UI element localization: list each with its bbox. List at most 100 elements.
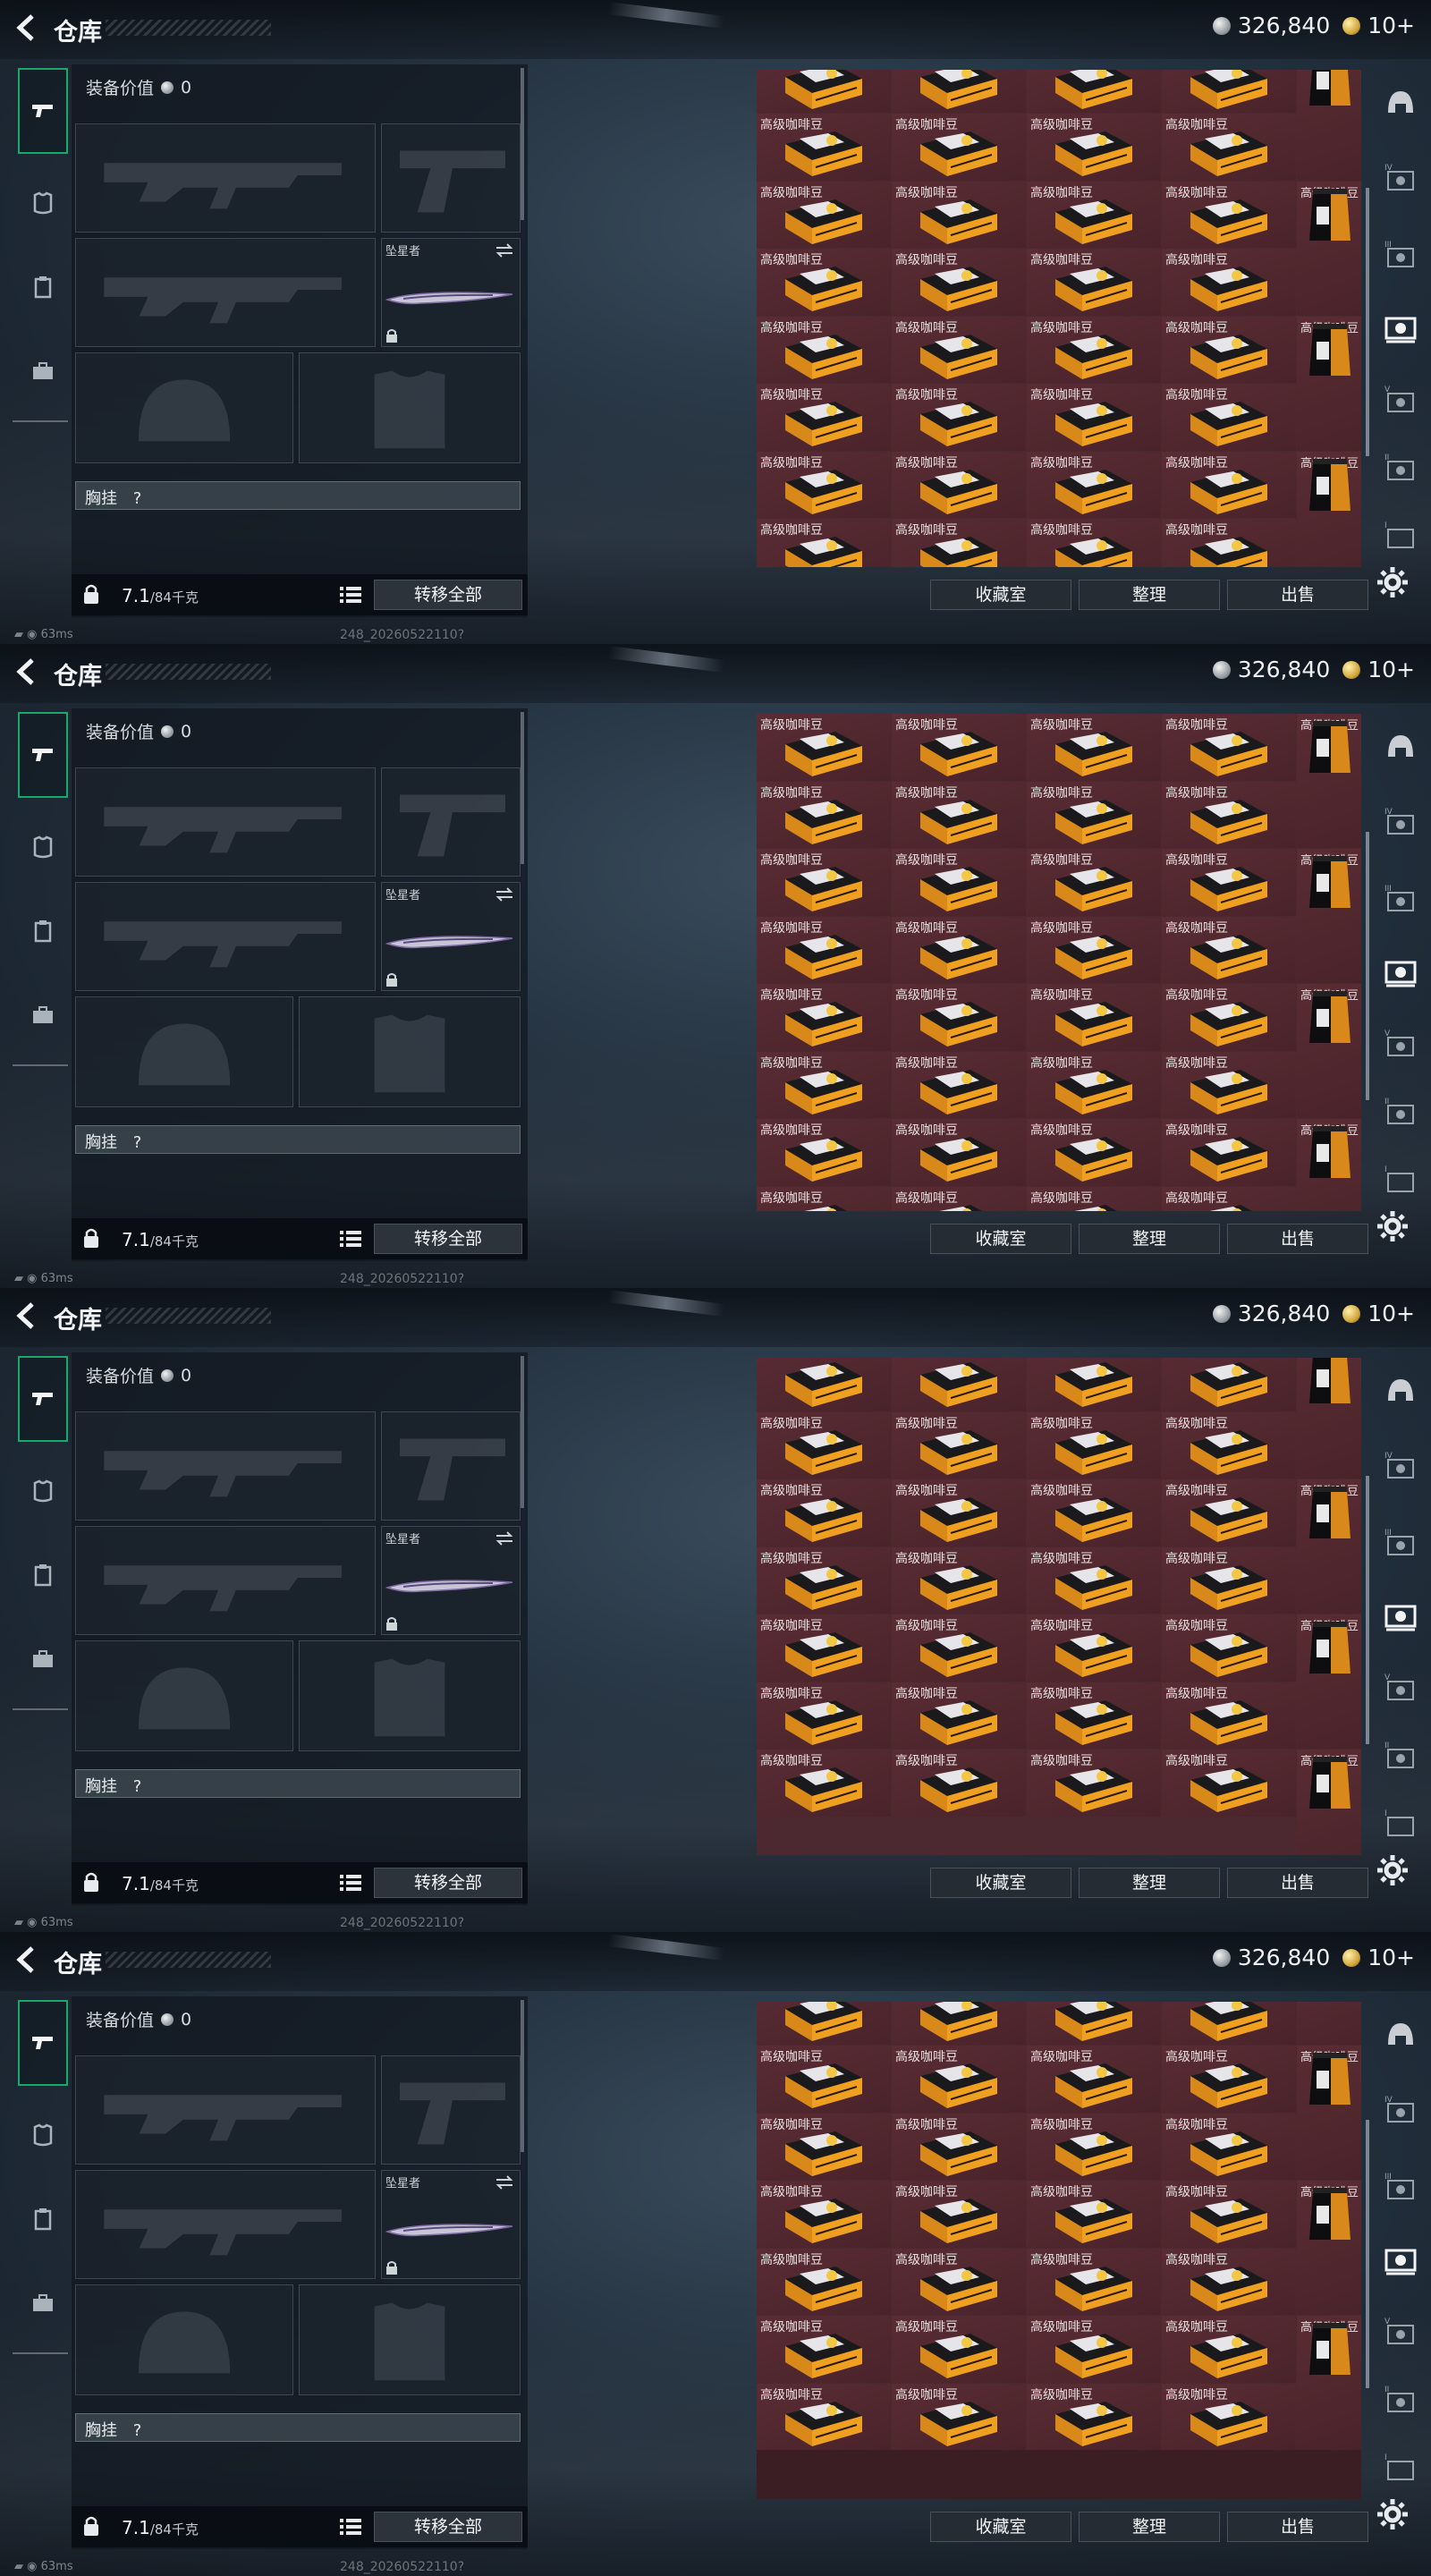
storage-item-coffee-box[interactable]: 高级咖啡豆 bbox=[757, 2248, 891, 2316]
collection-button[interactable]: 收藏室 bbox=[930, 2512, 1071, 2542]
settings-gear-icon[interactable] bbox=[1376, 1209, 1410, 1243]
melee-slot[interactable]: 坠星者 bbox=[381, 2170, 521, 2279]
collection-button[interactable]: 收藏室 bbox=[930, 580, 1071, 610]
storage-item-coffee-box[interactable]: 高级咖啡豆 bbox=[1162, 2113, 1296, 2181]
storage-item-coffee-box[interactable]: 高级咖啡豆 bbox=[892, 249, 1026, 316]
list-icon[interactable] bbox=[340, 1873, 361, 1893]
right-sidebar-level-i[interactable]: I bbox=[1383, 517, 1418, 553]
storage-item-coffee-box[interactable]: 高级咖啡豆 bbox=[1027, 714, 1161, 781]
storage-item-coffee-box[interactable]: 高级咖啡豆 bbox=[1027, 2316, 1161, 2383]
storage-item-coffee-box[interactable]: 高级咖啡豆 bbox=[1027, 1750, 1161, 1817]
gold-amount[interactable]: 10+ bbox=[1367, 13, 1415, 38]
armor-slot[interactable] bbox=[299, 1640, 521, 1751]
right-sidebar-level-i[interactable]: I bbox=[1383, 1805, 1418, 1841]
storage-item-coffee-box[interactable]: 高级咖啡豆 bbox=[1162, 249, 1296, 316]
storage-item-coffee-box[interactable]: 高级咖啡豆 bbox=[892, 519, 1026, 567]
transfer-all-button[interactable]: 转移全部 bbox=[374, 2512, 522, 2542]
storage-item-coffee-bag[interactable]: 高级咖啡豆 bbox=[1297, 849, 1361, 983]
storage-item-coffee-box[interactable]: 高级咖啡豆 bbox=[1162, 849, 1296, 916]
storage-item-coffee-box[interactable]: 高级咖啡豆 bbox=[1162, 1186, 1296, 1211]
storage-item-coffee-box[interactable] bbox=[892, 1358, 1026, 1411]
storage-item-coffee-box[interactable]: 高级咖啡豆 bbox=[1027, 1411, 1161, 1479]
storage-item-coffee-box[interactable]: 高级咖啡豆 bbox=[1162, 1479, 1296, 1546]
settings-gear-icon[interactable] bbox=[1376, 2497, 1410, 2531]
storage-item-coffee-box[interactable]: 高级咖啡豆 bbox=[892, 1546, 1026, 1614]
storage-item-coffee-box[interactable]: 高级咖啡豆 bbox=[757, 2181, 891, 2248]
right-sidebar-helmet[interactable] bbox=[1383, 728, 1418, 764]
storage-item-coffee-box[interactable]: 高级咖啡豆 bbox=[1027, 114, 1161, 181]
storage-item-coffee-box[interactable]: 高级咖啡豆 bbox=[1027, 1479, 1161, 1546]
right-sidebar-level-v[interactable]: V bbox=[1383, 381, 1418, 417]
settings-gear-icon[interactable] bbox=[1376, 565, 1410, 599]
storage-item-coffee-box[interactable]: 高级咖啡豆 bbox=[757, 1051, 891, 1118]
right-sidebar-camera[interactable] bbox=[1383, 309, 1418, 345]
primary-weapon-slot[interactable] bbox=[75, 123, 376, 233]
sidebar-item-backpack[interactable] bbox=[18, 2263, 68, 2343]
gold-amount[interactable]: 10+ bbox=[1367, 1945, 1415, 1970]
armor-slot[interactable] bbox=[299, 996, 521, 1107]
swap-icon[interactable] bbox=[495, 2174, 514, 2190]
storage-item-coffee-box[interactable]: 高级咖啡豆 bbox=[1162, 2181, 1296, 2248]
storage-item-coffee-box[interactable]: 高级咖啡豆 bbox=[1162, 1119, 1296, 1186]
storage-item-coffee-box[interactable]: 高级咖啡豆 bbox=[1162, 781, 1296, 848]
sidebar-item-weapons[interactable] bbox=[18, 2000, 68, 2086]
primary-weapon-slot[interactable] bbox=[75, 2055, 376, 2165]
sidebar-item-weapons[interactable] bbox=[18, 1356, 68, 1442]
storage-item-coffee-box[interactable]: 高级咖啡豆 bbox=[1027, 984, 1161, 1051]
melee-slot[interactable]: 坠星者 bbox=[381, 1526, 521, 1635]
storage-item-coffee-box[interactable]: 高级咖啡豆 bbox=[1027, 2046, 1161, 2113]
armor-slot[interactable] bbox=[299, 352, 521, 463]
back-button[interactable] bbox=[13, 13, 39, 43]
storage-item-coffee-box[interactable]: 高级咖啡豆 bbox=[1162, 1051, 1296, 1118]
right-sidebar-level-iv[interactable]: IV bbox=[1383, 159, 1418, 195]
storage-item-coffee-box[interactable]: 高级咖啡豆 bbox=[1162, 916, 1296, 983]
storage-item-coffee-box[interactable]: 高级咖啡豆 bbox=[1027, 2181, 1161, 2248]
right-sidebar-level-iii[interactable]: III bbox=[1383, 2168, 1418, 2204]
storage-item-coffee-box[interactable]: 高级咖啡豆 bbox=[892, 2181, 1026, 2248]
storage-item-coffee-bag[interactable]: 高级咖啡豆 bbox=[1297, 1750, 1361, 1855]
storage-item-coffee-box[interactable]: 高级咖啡豆 bbox=[757, 181, 891, 249]
chest-rig-help[interactable]: ? bbox=[133, 1133, 142, 1152]
storage-item-coffee-box[interactable]: 高级咖啡豆 bbox=[1162, 181, 1296, 249]
sidebar-item-backpack[interactable] bbox=[18, 1619, 68, 1699]
right-sidebar-helmet[interactable] bbox=[1383, 2016, 1418, 2052]
storage-item-coffee-box[interactable] bbox=[1162, 70, 1296, 114]
storage-item-coffee-bag[interactable]: 高级咖啡豆 bbox=[1297, 181, 1361, 316]
helmet-slot[interactable] bbox=[75, 996, 293, 1107]
storage-item-coffee-box[interactable]: 高级咖啡豆 bbox=[757, 249, 891, 316]
chest-rig-help[interactable]: ? bbox=[133, 2421, 142, 2440]
storage-item-coffee-box[interactable]: 高级咖啡豆 bbox=[757, 1119, 891, 1186]
storage-item-coffee-box[interactable]: 高级咖啡豆 bbox=[892, 2316, 1026, 2383]
storage-item-coffee-box[interactable] bbox=[1027, 1358, 1161, 1411]
right-sidebar-level-v[interactable]: V bbox=[1383, 1025, 1418, 1061]
right-sidebar-level-i[interactable]: I bbox=[1383, 1161, 1418, 1197]
storage-item-coffee-box[interactable]: 高级咖啡豆 bbox=[1027, 1051, 1161, 1118]
storage-item-coffee-box[interactable]: 高级咖啡豆 bbox=[1162, 2316, 1296, 2383]
storage-item-coffee-bag[interactable]: 高级咖啡豆 bbox=[1297, 1614, 1361, 1750]
sell-button[interactable]: 出售 bbox=[1227, 580, 1368, 610]
right-sidebar-level-iv[interactable]: IV bbox=[1383, 1447, 1418, 1483]
storage-item-coffee-box[interactable]: 高级咖啡豆 bbox=[1027, 316, 1161, 384]
storage-item-coffee-box[interactable]: 高级咖啡豆 bbox=[892, 2248, 1026, 2316]
sidebar-item-equipment[interactable] bbox=[18, 807, 68, 887]
helmet-slot[interactable] bbox=[75, 1640, 293, 1751]
pistol-slot[interactable] bbox=[381, 123, 521, 233]
storage-item-coffee-box[interactable]: 高级咖啡豆 bbox=[892, 2046, 1026, 2113]
storage-item-coffee-bag[interactable]: 高级咖啡豆 bbox=[1297, 2181, 1361, 2316]
chest-rig-header[interactable]: 胸挂 ? bbox=[75, 1125, 521, 1154]
helmet-slot[interactable] bbox=[75, 352, 293, 463]
storage-item-coffee-box[interactable] bbox=[892, 2002, 1026, 2046]
sidebar-item-backpack[interactable] bbox=[18, 975, 68, 1055]
storage-item-coffee-box[interactable] bbox=[757, 70, 891, 114]
chest-rig-header[interactable]: 胸挂 ? bbox=[75, 481, 521, 510]
storage-item-coffee-box[interactable]: 高级咖啡豆 bbox=[892, 1614, 1026, 1682]
storage-scrollbar[interactable] bbox=[1366, 2120, 1369, 2388]
transfer-all-button[interactable]: 转移全部 bbox=[374, 1224, 522, 1254]
storage-item-coffee-box[interactable]: 高级咖啡豆 bbox=[892, 781, 1026, 848]
storage-item-coffee-box[interactable]: 高级咖啡豆 bbox=[757, 984, 891, 1051]
storage-item-coffee-bag[interactable]: 高级咖啡豆 bbox=[1297, 451, 1361, 567]
sidebar-item-tasks[interactable] bbox=[18, 1535, 68, 1615]
storage-item-coffee-box[interactable]: 高级咖啡豆 bbox=[892, 1119, 1026, 1186]
organize-button[interactable]: 整理 bbox=[1079, 580, 1220, 610]
storage-item-coffee-box[interactable]: 高级咖啡豆 bbox=[1162, 384, 1296, 451]
